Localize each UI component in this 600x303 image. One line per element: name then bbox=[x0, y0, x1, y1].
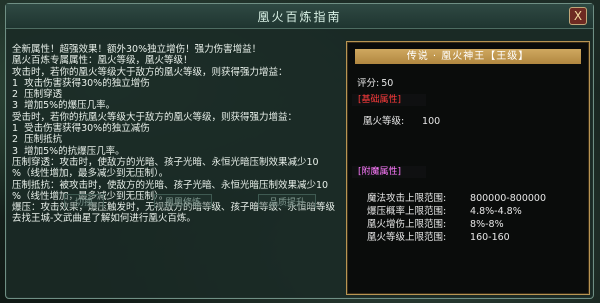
base-attribute-label: 凰火等级: bbox=[363, 116, 405, 127]
base-attributes-section: [基础属性] bbox=[352, 94, 426, 106]
base-attribute-row: 凰火等级: 100 bbox=[363, 113, 440, 127]
extra-attribute-label: 凰火增伤上限范围: bbox=[367, 219, 447, 230]
guide-line: 凰火百炼专属属性：凰火等级，凰火等级！ bbox=[12, 55, 193, 67]
extra-attribute-row: 爆压概率上限范围: 4.8%-4.8% bbox=[367, 203, 522, 217]
titlebar: 凰火百炼指南 X bbox=[6, 4, 593, 29]
extra-attribute-label: 爆压概率上限范围: bbox=[367, 206, 447, 217]
guide-line: 1 攻击伤害获得30%的独立增伤 bbox=[12, 77, 150, 89]
ghost-tab-switch: 切换 bbox=[64, 194, 105, 208]
extra-attribute-row: 凰火等级上限范围: 160-160 bbox=[367, 229, 510, 243]
item-title: 传说 · 凰火神王【王级】 bbox=[355, 49, 581, 64]
extra-attribute-label: 魔法攻击上限范围: bbox=[367, 193, 447, 204]
ghost-tab-training: 凰凰修炼 bbox=[154, 194, 213, 208]
extra-attributes-section: [附魔属性] bbox=[352, 166, 426, 178]
guide-line: 2 压制抵抗 bbox=[12, 134, 63, 146]
guide-line: 3 增加5%的爆压几率。 bbox=[12, 100, 116, 112]
guide-line: 去找王城-文武曲星了解如何进行凰火百炼。 bbox=[12, 213, 196, 225]
guide-line: 1 受击伤害获得30%的独立减伤 bbox=[12, 123, 150, 135]
guide-window: 凰火百炼指南 X 全新属性！超强效果！额外30%独立增伤！强力伤害增益！ 凰火百… bbox=[5, 3, 594, 299]
guide-line: 全新属性！超强效果！额外30%独立增伤！强力伤害增益！ bbox=[12, 44, 262, 55]
guide-line: %（线性增加，最多减少到无压制）。 bbox=[12, 168, 169, 180]
score-value: 50 bbox=[381, 78, 394, 89]
base-attribute-value: 100 bbox=[422, 116, 441, 127]
close-button[interactable]: X bbox=[569, 7, 587, 25]
extra-attribute-row: 魔法攻击上限范围: 800000-800000 bbox=[367, 190, 546, 204]
guide-line: 受击时，若你的抗凰火等级大于敌方的凰火等级，则获得强力增益： bbox=[12, 111, 298, 123]
extra-attribute-row: 凰火增伤上限范围: 8%-8% bbox=[367, 216, 504, 230]
guide-line: 压制穿透：攻击时，使敌方的光暗、孩子光暗、永恒光暗压制效果减少10 bbox=[12, 156, 319, 168]
extra-attribute-value: 160-160 bbox=[470, 232, 510, 243]
score-label: 评分: bbox=[357, 78, 380, 89]
window-title: 凰火百炼指南 bbox=[257, 10, 342, 24]
guide-line: 2 压制穿透 bbox=[12, 89, 63, 101]
guide-text: 全新属性！超强效果！额外30%独立增伤！强力伤害增益！ 凰火百炼专属属性：凰火等… bbox=[12, 44, 345, 292]
extra-attribute-label: 凰火等级上限范围: bbox=[367, 232, 447, 243]
item-tooltip-panel: 传说 · 凰火神王【王级】 评分: 50 [基础属性] 凰火等级: 100 [附魔… bbox=[346, 41, 590, 295]
ghost-tab-quality: 品质提升 bbox=[258, 194, 317, 208]
guide-line: 攻击时，若你的凰火等级大于敌方的凰火等级，则获得强力增益： bbox=[12, 66, 288, 78]
score: 评分: 50 bbox=[355, 75, 393, 89]
guide-line: 3 增加5%的抗爆压几率。 bbox=[12, 145, 125, 157]
guide-line: 压制抵抗：被攻击时，使敌方的光暗、孩子光暗、永恒光暗压制效果减少10 bbox=[12, 179, 329, 191]
